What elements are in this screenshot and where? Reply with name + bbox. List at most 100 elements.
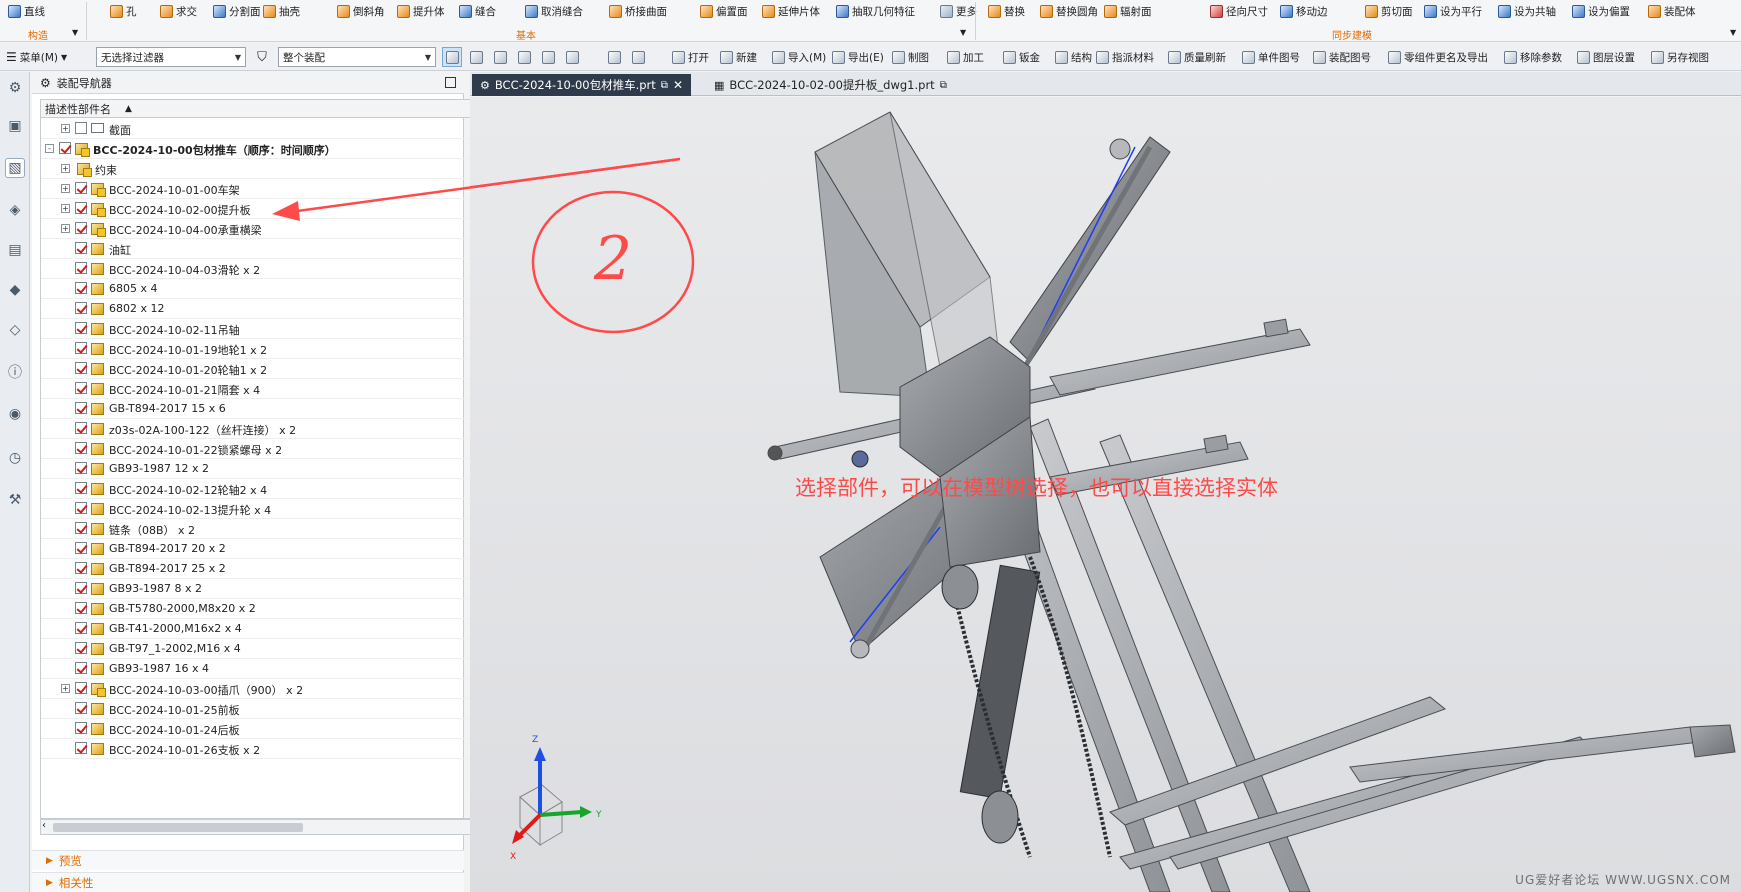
visibility-checkbox[interactable] (75, 242, 87, 254)
toolbar-button-assign-material[interactable]: 指派材料 (1096, 47, 1154, 67)
expand-icon[interactable]: + (61, 684, 70, 693)
tree-row[interactable]: + BCC-2024-10-02-00提升板 (41, 199, 490, 219)
tree-row[interactable]: 6802 x 12 (41, 299, 490, 319)
popout-icon[interactable]: ⧉ (940, 80, 947, 91)
visibility-checkbox[interactable] (75, 582, 87, 594)
toolbar-button-rename-export[interactable]: 零组件更名及导出 (1388, 47, 1488, 67)
tree-row[interactable]: BCC-2024-10-04-03滑轮 x 2 (41, 259, 490, 279)
group-dropdown-icon[interactable]: ▼ (72, 28, 78, 37)
tree-row[interactable]: BCC-2024-10-01-24后板 (41, 719, 490, 739)
toolbar-button-structure[interactable]: 结构 (1055, 47, 1092, 67)
tree-row[interactable]: GB93-1987 12 x 2 (41, 459, 490, 479)
tree-row[interactable]: BCC-2024-10-02-13提升轮 x 4 (41, 499, 490, 519)
tree-row[interactable]: GB-T894-2017 25 x 2 (41, 559, 490, 579)
tree-row[interactable]: BCC-2024-10-01-26支板 x 2 (41, 739, 490, 759)
toolbar-button-machining[interactable]: 加工 (947, 47, 984, 67)
visibility-checkbox[interactable] (75, 682, 87, 694)
toolbar-button-assembly-number[interactable]: 装配图号 (1313, 47, 1371, 67)
ribbon-button-intersect[interactable]: 求交 (160, 2, 197, 20)
tree-row[interactable]: 油缸 (41, 239, 490, 259)
scroll-left-icon[interactable]: ‹ (42, 820, 46, 831)
maximize-icon[interactable] (445, 77, 456, 88)
select-edges-icon[interactable] (490, 47, 510, 67)
toolbar-button-layer-settings[interactable]: 图层设置 (1577, 47, 1635, 67)
ribbon-button-radial-dimension[interactable]: 径向尺寸 (1210, 2, 1268, 20)
tab-drawing[interactable]: ▦ BCC-2024-10-02-00提升板_dwg1.prt ⧉ (706, 74, 955, 96)
scrollbar-thumb[interactable] (53, 823, 303, 832)
visibility-checkbox[interactable] (75, 202, 87, 214)
tree-row[interactable]: BCC-2024-10-01-21隔套 x 4 (41, 379, 490, 399)
visibility-checkbox[interactable] (75, 522, 87, 534)
menu-button[interactable]: ☰ 菜单(M) ▼ (6, 47, 67, 67)
visibility-checkbox[interactable] (75, 422, 87, 434)
history-icon[interactable]: ◷ (5, 448, 25, 468)
toolbar-button-remove-params[interactable]: 移除参数 (1504, 47, 1562, 67)
tree-row[interactable]: BCC-2024-10-02-12轮轴2 x 4 (41, 479, 490, 499)
snap-point-icon[interactable] (538, 47, 558, 67)
ribbon-button-extract-geometry[interactable]: 抽取几何特征 (836, 2, 915, 20)
visibility-checkbox[interactable] (75, 122, 87, 134)
toolbar-button-drafting[interactable]: 制图 (892, 47, 929, 67)
visibility-checkbox[interactable] (75, 382, 87, 394)
tab-main-assembly[interactable]: ⚙ BCC-2024-10-00包材推车.prt ⧉ ✕ (472, 74, 691, 96)
ribbon-button-move-edge[interactable]: 移动边 (1280, 2, 1328, 20)
visibility-checkbox[interactable] (75, 702, 87, 714)
close-icon[interactable]: ✕ (673, 78, 683, 92)
toolbar-button-save-view[interactable]: 另存视图 (1651, 47, 1709, 67)
visibility-checkbox[interactable] (75, 722, 87, 734)
reuse-library-icon[interactable]: ▤ (5, 240, 25, 260)
visibility-checkbox[interactable] (75, 662, 87, 674)
web-browser-icon[interactable]: ◉ (5, 404, 25, 424)
visibility-checkbox[interactable] (75, 622, 87, 634)
tree-row[interactable]: + BCC-2024-10-03-00插爪（900） x 2 (41, 679, 490, 699)
column-header[interactable]: 描述性部件名 ▲ (41, 100, 490, 118)
tree-row[interactable]: z03s-02A-100-122（丝杆连接） x 2 (41, 419, 490, 439)
hd3d-icon[interactable]: ◇ (5, 320, 25, 340)
toolbar-button-part-number[interactable]: 单件图号 (1242, 47, 1300, 67)
tree-row[interactable]: GB-T5780-2000,M8x20 x 2 (41, 599, 490, 619)
preview-section[interactable]: ▶ 预览 (32, 850, 464, 870)
tree-row[interactable]: + 截面 (41, 119, 490, 139)
ribbon-button-promote-body[interactable]: 提升体 (397, 2, 445, 20)
ribbon-button-offset-face[interactable]: 偏置面 (700, 2, 748, 20)
tree-row[interactable]: + BCC-2024-10-04-00承重横梁 (41, 219, 490, 239)
ribbon-button-hole[interactable]: 孔 (110, 2, 137, 20)
visibility-checkbox[interactable] (75, 322, 87, 334)
group-dropdown-icon[interactable]: ▼ (960, 28, 966, 37)
visibility-checkbox[interactable] (75, 362, 87, 374)
visibility-checkbox[interactable] (75, 282, 87, 294)
toolbar-button-new[interactable]: 新建 (720, 47, 757, 67)
point-snap-icon[interactable] (562, 47, 582, 67)
visibility-checkbox[interactable] (75, 482, 87, 494)
tree-row[interactable]: BCC-2024-10-01-20轮轴1 x 2 (41, 359, 490, 379)
toolbar-button-export[interactable]: 导出(E) (832, 47, 884, 67)
toolbar-button-open[interactable]: 打开 (672, 47, 709, 67)
tree-row[interactable]: BCC-2024-10-01-25前板 (41, 699, 490, 719)
ribbon-button-shell[interactable]: 抽壳 (263, 2, 300, 20)
collapse-icon[interactable]: - (45, 144, 54, 153)
info-icon[interactable]: ⓘ (5, 362, 25, 382)
ribbon-button-make-parallel[interactable]: 设为平行 (1424, 2, 1482, 20)
tree-row[interactable]: BCC-2024-10-01-22锁紧螺母 x 2 (41, 439, 490, 459)
tree-row[interactable]: GB-T894-2017 15 x 6 (41, 399, 490, 419)
tree-row[interactable]: BCC-2024-10-02-11吊轴 (41, 319, 490, 339)
popout-icon[interactable]: ⧉ (661, 80, 668, 91)
tree-row[interactable]: GB93-1987 8 x 2 (41, 579, 490, 599)
visibility-checkbox[interactable] (75, 562, 87, 574)
view-triad[interactable]: Z Y X (510, 735, 602, 862)
tree-row[interactable]: GB-T41-2000,M16x2 x 4 (41, 619, 490, 639)
solid-filter-icon[interactable] (628, 47, 648, 67)
visibility-checkbox[interactable] (75, 182, 87, 194)
gear-icon[interactable]: ⚙ (5, 78, 25, 98)
constraint-navigator-icon[interactable]: ◈ (5, 200, 25, 220)
ribbon-button-more[interactable]: 更多 (940, 2, 977, 20)
visibility-checkbox[interactable] (75, 502, 87, 514)
visibility-checkbox[interactable] (75, 602, 87, 614)
visibility-checkbox[interactable] (75, 222, 87, 234)
expand-icon[interactable]: + (61, 224, 70, 233)
expand-icon[interactable]: + (61, 184, 70, 193)
visibility-checkbox[interactable] (75, 642, 87, 654)
expand-icon[interactable]: + (61, 124, 70, 133)
ribbon-button-replace[interactable]: 替换 (988, 2, 1025, 20)
ribbon-button-make-coaxial[interactable]: 设为共轴 (1498, 2, 1556, 20)
